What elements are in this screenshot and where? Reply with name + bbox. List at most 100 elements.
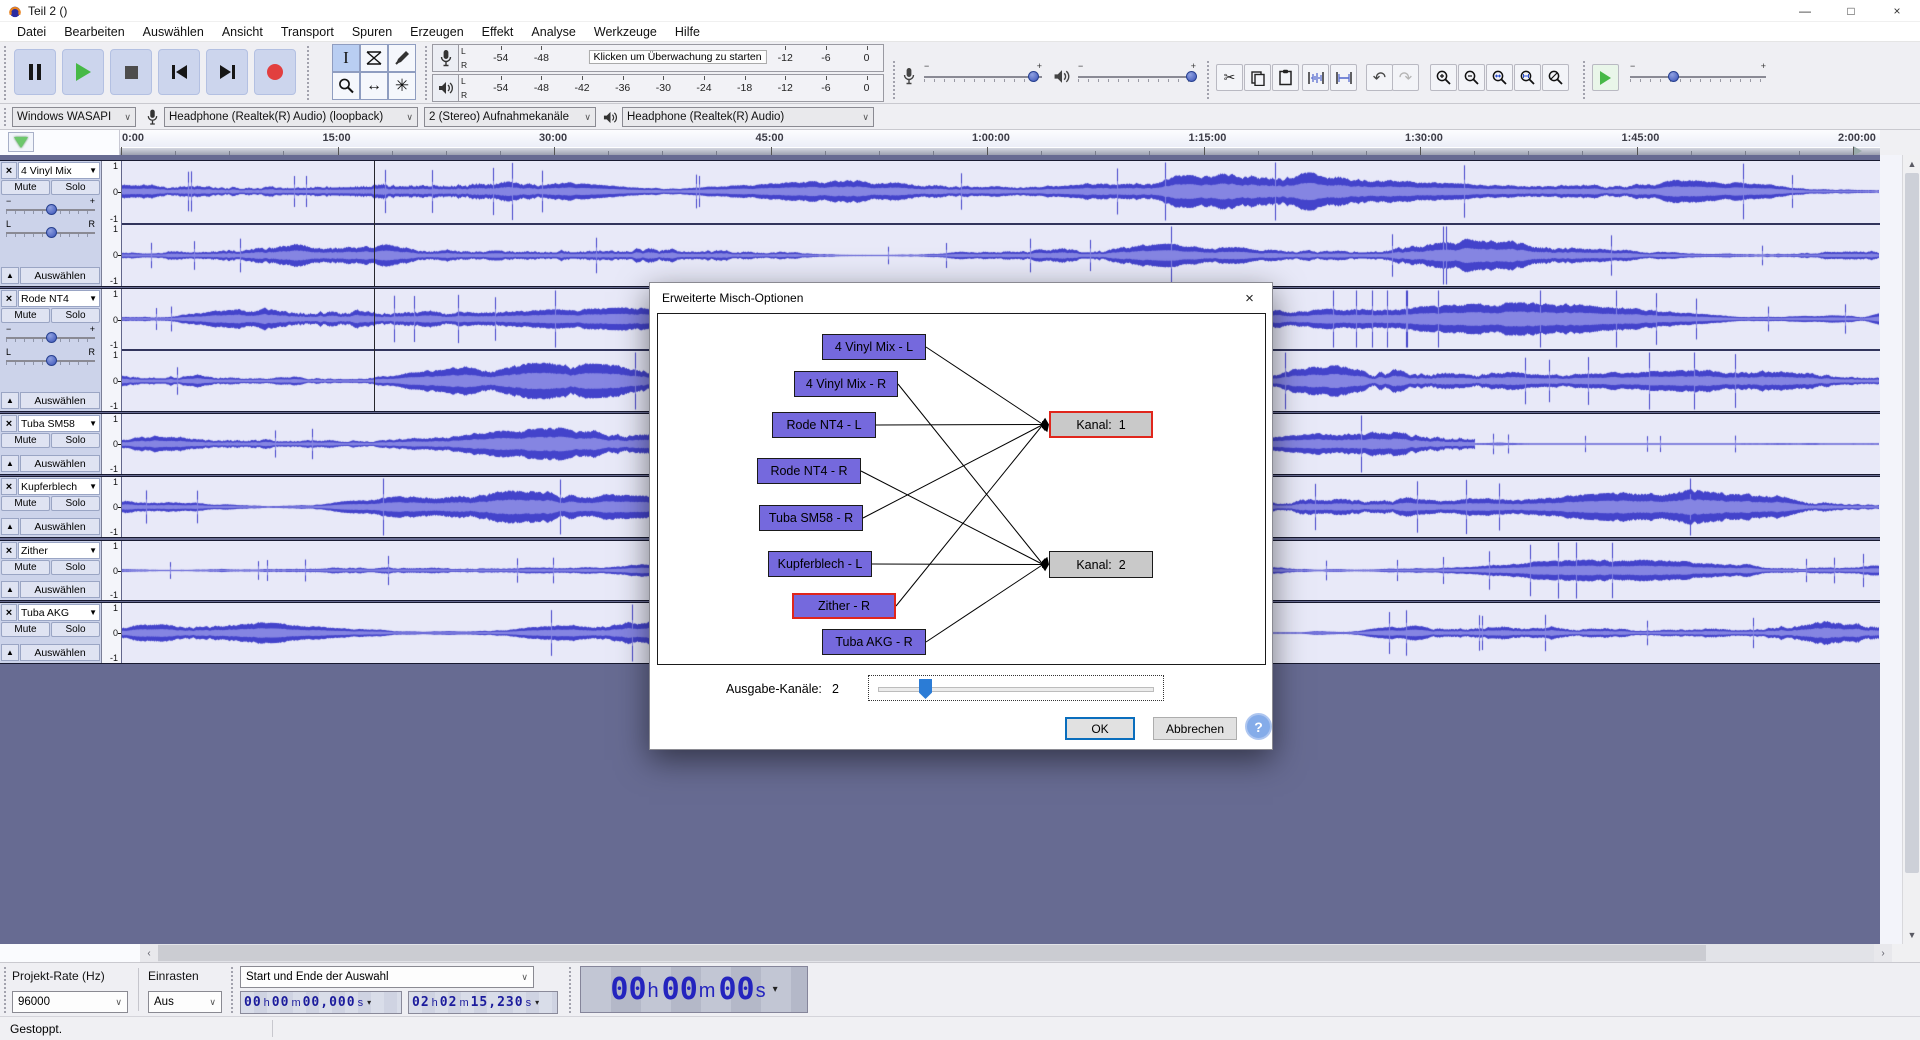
horizontal-scroll-thumb[interactable] — [158, 945, 1706, 961]
scroll-left-button[interactable]: ‹ — [140, 944, 158, 962]
pan-slider[interactable]: LR — [6, 347, 95, 369]
track-close-button[interactable]: × — [1, 542, 17, 559]
snap-select[interactable]: Aus ∨ — [148, 991, 222, 1013]
output-channels-slider[interactable] — [868, 675, 1164, 701]
menu-ansicht[interactable]: Ansicht — [213, 23, 272, 41]
multi-tool-button[interactable]: ✳ — [388, 72, 416, 100]
clip-boundary[interactable] — [374, 161, 375, 286]
selection-range-mode-select[interactable]: Start und Ende der Auswahl ∨ — [240, 966, 534, 988]
maximize-button[interactable]: □ — [1828, 0, 1874, 21]
minimize-button[interactable]: — — [1782, 0, 1828, 21]
recording-volume-slider[interactable]: − + — [924, 61, 1042, 84]
selection-end-time[interactable]: 02 h 02 m 15,230 s ▾ — [408, 991, 558, 1014]
timeshift-tool-button[interactable]: ↔ — [360, 72, 388, 100]
menu-bearbeiten[interactable]: Bearbeiten — [55, 23, 133, 41]
collapse-button[interactable]: ▲ — [1, 455, 19, 472]
collapse-button[interactable]: ▲ — [1, 581, 19, 598]
toolbar-grip[interactable] — [3, 966, 8, 1013]
select-track-button[interactable]: Auswählen — [20, 392, 100, 409]
mix-node-rode-nt4-l[interactable]: Rode NT4 - L — [772, 412, 876, 438]
track-menu-arrow-icon[interactable]: ▼ — [89, 166, 97, 175]
project-rate-select[interactable]: 96000 ∨ — [12, 991, 128, 1013]
vertical-ruler[interactable]: 1 0 -1 1 0 -1 — [102, 161, 122, 286]
monitoring-message[interactable]: Klicken um Überwachung zu starten — [588, 50, 767, 64]
mute-button[interactable]: Mute — [1, 622, 50, 637]
gain-slider[interactable]: − + — [6, 324, 95, 346]
mute-button[interactable]: Mute — [1, 433, 50, 448]
mute-button[interactable]: Mute — [1, 496, 50, 511]
mixing-graph-panel[interactable]: 4 Vinyl Mix - L 4 Vinyl Mix - R Rode NT4 -… — [657, 313, 1266, 665]
close-button[interactable]: × — [1874, 0, 1920, 21]
playback-volume-slider[interactable]: − + — [1078, 61, 1197, 84]
track-menu-arrow-icon[interactable]: ▼ — [89, 608, 97, 617]
mix-node-kupferblech-l[interactable]: Kupferblech - L — [768, 551, 872, 577]
mute-button[interactable]: Mute — [1, 180, 50, 195]
ok-button[interactable]: OK — [1065, 717, 1135, 740]
slider-thumb[interactable] — [919, 679, 932, 699]
undo-button[interactable]: ↶ — [1366, 64, 1393, 91]
cut-button[interactable]: ✂ — [1216, 64, 1243, 91]
waveform-4-vinyl-mix[interactable] — [122, 161, 1880, 286]
solo-button[interactable]: Solo — [51, 433, 100, 448]
track-close-button[interactable]: × — [1, 162, 17, 179]
toolbar-grip[interactable] — [568, 966, 573, 1013]
vertical-ruler[interactable]: 1 0 -1 — [102, 477, 122, 537]
solo-button[interactable]: Solo — [51, 308, 100, 323]
help-button[interactable]: ? — [1245, 713, 1272, 740]
mix-node-4-vinyl-mix-l[interactable]: 4 Vinyl Mix - L — [822, 334, 926, 360]
zoom-tool-button[interactable] — [332, 72, 360, 100]
audio-host-select[interactable]: Windows WASAPI ∨ — [12, 107, 136, 127]
play-speed-thumb[interactable] — [1668, 71, 1679, 82]
mix-node-tuba-akg-r[interactable]: Tuba AKG - R — [822, 629, 926, 655]
toolbar-grip[interactable] — [3, 107, 8, 126]
playback-device-select[interactable]: Headphone (Realtek(R) Audio) ∨ — [622, 107, 874, 127]
vertical-ruler[interactable]: 1 0 -1 1 0 -1 — [102, 289, 122, 411]
draw-tool-button[interactable] — [388, 44, 416, 72]
mute-button[interactable]: Mute — [1, 560, 50, 575]
track-title-field[interactable]: 4 Vinyl Mix ▼ — [18, 162, 100, 179]
mix-node-rode-nt4-r[interactable]: Rode NT4 - R — [757, 458, 861, 484]
menu-effekt[interactable]: Effekt — [473, 23, 523, 41]
select-track-button[interactable]: Auswählen — [20, 455, 100, 472]
select-track-button[interactable]: Auswählen — [20, 644, 100, 661]
collapse-button[interactable]: ▲ — [1, 267, 19, 284]
track-close-button[interactable]: × — [1, 478, 17, 495]
collapse-button[interactable]: ▲ — [1, 518, 19, 535]
track-title-field[interactable]: Zither ▼ — [18, 542, 100, 559]
pause-button[interactable] — [14, 49, 56, 95]
menu-werkzeuge[interactable]: Werkzeuge — [585, 23, 666, 41]
scroll-down-button[interactable]: ▼ — [1903, 926, 1920, 944]
selection-tool-button[interactable]: I — [332, 44, 360, 72]
toolbar-grip[interactable] — [1206, 60, 1211, 100]
menu-ausw-hlen[interactable]: Auswählen — [134, 23, 213, 41]
solo-button[interactable]: Solo — [51, 560, 100, 575]
trim-audio-button[interactable] — [1302, 64, 1329, 91]
track-title-field[interactable]: Rode NT4 ▼ — [18, 290, 100, 307]
track-menu-arrow-icon[interactable]: ▼ — [89, 482, 97, 491]
pan-slider[interactable]: LR — [6, 219, 95, 241]
toolbar-grip[interactable] — [3, 45, 8, 100]
timeline[interactable]: 0:00 15:00 30:00 45:00 1:00:00 1:15:00 1:30:00… — [0, 130, 1920, 155]
track-title-field[interactable]: Tuba AKG ▼ — [18, 604, 100, 621]
record-meter-mic-button[interactable] — [433, 45, 459, 71]
mix-node-zither-r[interactable]: Zither - R — [792, 593, 896, 619]
paste-button[interactable] — [1272, 64, 1299, 91]
menu-erzeugen[interactable]: Erzeugen — [401, 23, 473, 41]
vertical-scrollbar[interactable]: ▲ ▼ — [1902, 155, 1920, 944]
audio-position-display[interactable]: 00 h 00 m 00 s ▾ — [580, 966, 808, 1013]
toolbar-grip[interactable] — [424, 45, 429, 100]
fit-project-button[interactable] — [1514, 64, 1541, 91]
track-title-field[interactable]: Kupferblech ▼ — [18, 478, 100, 495]
record-button[interactable] — [254, 49, 296, 95]
vertical-ruler[interactable]: 1 0 -1 — [102, 541, 122, 600]
menu-analyse[interactable]: Analyse — [522, 23, 584, 41]
play-meter-speaker-button[interactable] — [433, 75, 459, 101]
mix-node-4-vinyl-mix-r[interactable]: 4 Vinyl Mix - R — [794, 371, 898, 397]
zoom-out-button[interactable] — [1458, 64, 1485, 91]
track-panel-4-vinyl-mix[interactable]: × 4 Vinyl Mix ▼ Mute Solo − + L R ▲ Auswählen — [0, 161, 102, 286]
skip-to-end-button[interactable] — [206, 49, 248, 95]
track-title-field[interactable]: Tuba SM58 ▼ — [18, 415, 100, 432]
skip-to-start-button[interactable] — [158, 49, 200, 95]
waveform-canvas[interactable] — [122, 161, 1879, 222]
playback-volume-thumb[interactable] — [1186, 71, 1197, 82]
